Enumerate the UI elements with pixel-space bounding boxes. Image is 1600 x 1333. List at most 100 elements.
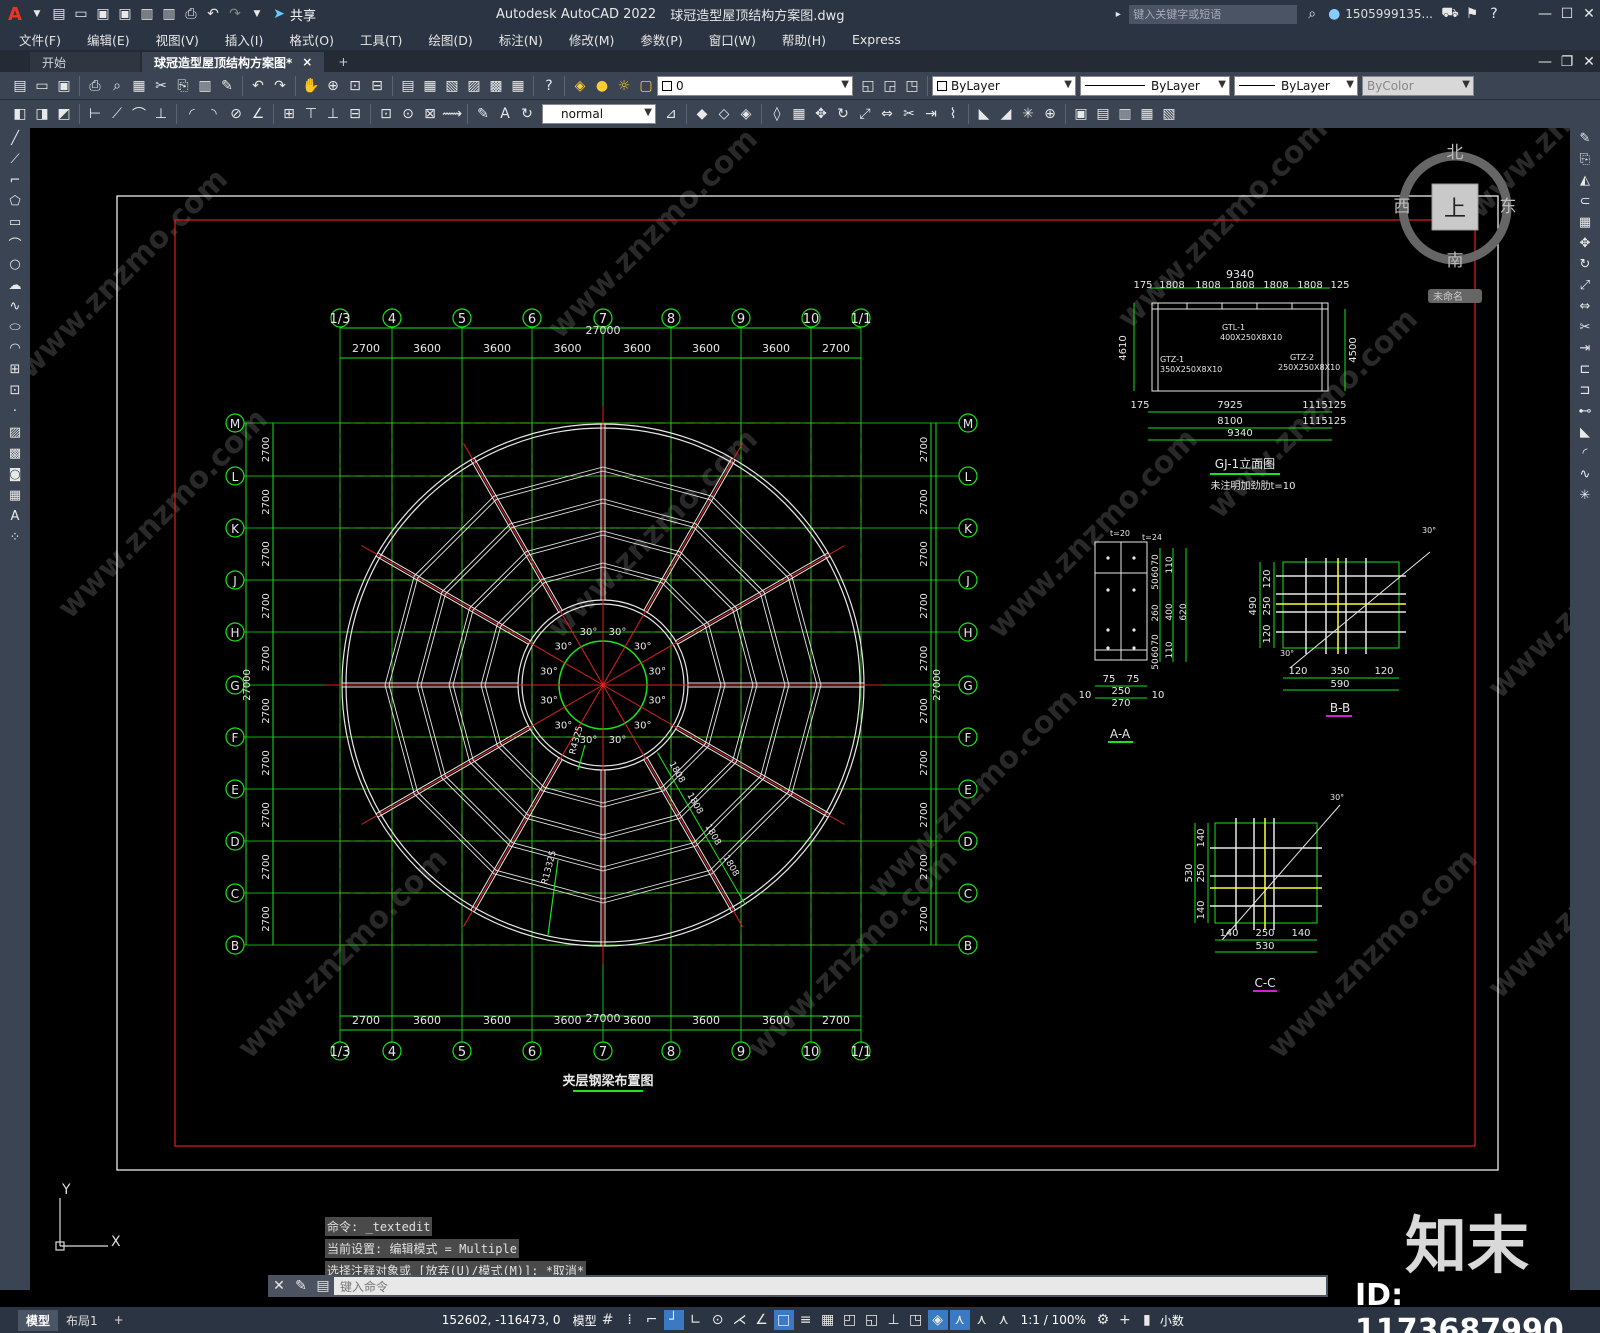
menu-item[interactable]: 绘图(D) — [415, 30, 485, 49]
extend-icon[interactable]: ⇥ — [921, 104, 941, 124]
linetype-dropdown[interactable]: ByLayer ▼ — [1080, 75, 1230, 96]
redo-icon[interactable]: ↷ — [225, 4, 245, 24]
menu-item[interactable]: 工具(T) — [347, 30, 415, 49]
open-web-icon[interactable]: ▥ — [137, 4, 157, 24]
move-icon[interactable]: ✥ — [811, 104, 831, 124]
gradient-icon[interactable]: ▩ — [2, 443, 28, 464]
inspect-icon[interactable]: ⊠ — [420, 104, 440, 124]
cmd-close-icon[interactable]: ✕ — [269, 1276, 289, 1296]
tab-close-icon[interactable]: × — [302, 55, 312, 69]
grid-icon[interactable]: # — [598, 1310, 618, 1330]
hatch-icon[interactable]: ▨ — [2, 422, 28, 443]
maximize-icon[interactable]: ☐ — [1557, 4, 1577, 24]
plot-icon[interactable]: ⎙ — [181, 4, 201, 24]
viewcube-west[interactable]: 西 — [1394, 197, 1411, 217]
plot-icon[interactable]: ⎙ — [85, 76, 105, 96]
erase-icon[interactable]: ◆ — [692, 104, 712, 124]
workspace-gear-icon[interactable]: ⚙ — [1093, 1310, 1113, 1330]
arc-icon[interactable]: ⌒ — [2, 233, 28, 254]
cmd-recent-icon[interactable]: ▤ — [313, 1276, 333, 1296]
viewcube-south[interactable]: 南 — [1447, 251, 1464, 271]
viewcube-east[interactable]: 东 — [1500, 197, 1517, 217]
copy-icon[interactable]: ⎘ — [173, 76, 193, 96]
layer-on-icon[interactable]: ● — [592, 76, 612, 96]
break-point-icon[interactable]: ⊏ — [1572, 359, 1598, 380]
polygon-icon[interactable]: ⬠ — [2, 191, 28, 212]
lineweight-icon[interactable]: ≡ — [796, 1310, 816, 1330]
menu-item[interactable]: 文件(F) — [6, 30, 74, 49]
tab-start[interactable]: 开始 — [30, 52, 140, 72]
help-icon[interactable]: ? — [539, 76, 559, 96]
ellipse-icon[interactable]: ⬭ — [2, 317, 28, 338]
osnap-icon[interactable]: □ — [773, 1310, 794, 1330]
circle-icon[interactable]: ○ — [2, 254, 28, 275]
revcloud-icon[interactable]: ☁ — [2, 275, 28, 296]
paste-icon[interactable]: ▥ — [195, 76, 215, 96]
new-tab-button[interactable]: + — [326, 52, 360, 72]
help-icon[interactable]: ? — [1484, 4, 1504, 24]
minimize-icon[interactable]: — — [1535, 4, 1555, 24]
app-logo[interactable]: A — [8, 4, 22, 25]
fillet-icon[interactable]: ◢ — [996, 104, 1016, 124]
units-icon[interactable]: ▮ — [1137, 1310, 1157, 1330]
redo-icon[interactable]: ↷ — [270, 76, 290, 96]
save-icon[interactable]: ▣ — [93, 4, 113, 24]
spline-icon[interactable]: ∿ — [2, 296, 28, 317]
menu-item[interactable]: 窗口(W) — [696, 30, 769, 49]
zoom-prev-icon[interactable]: ⊟ — [367, 76, 387, 96]
save-web-icon[interactable]: ▥ — [159, 4, 179, 24]
dim-angular-icon[interactable]: ∠ — [248, 104, 268, 124]
connect-icon[interactable]: ⚑ — [1462, 4, 1482, 24]
add-layout-button[interactable]: + — [106, 1311, 132, 1329]
dim-space-icon[interactable]: ⊟ — [345, 104, 365, 124]
undo-icon[interactable]: ↶ — [248, 76, 268, 96]
otrack-icon[interactable]: ∠ — [752, 1310, 772, 1330]
erase-icon[interactable]: ✎ — [1572, 128, 1598, 149]
doc-restore-icon[interactable]: ❐ — [1557, 52, 1577, 72]
layer-lock-icon[interactable]: ▢ — [636, 76, 656, 96]
chamfer-icon[interactable]: ◣ — [974, 104, 994, 124]
line-icon[interactable]: ╱ — [2, 128, 28, 149]
annotation-visibility-icon[interactable]: ⋏ — [949, 1310, 970, 1330]
tolerance-icon[interactable]: ⊡ — [376, 104, 396, 124]
stretch-icon[interactable]: ⇔ — [1572, 296, 1598, 317]
gizmo-icon[interactable]: ◈ — [927, 1310, 948, 1330]
mirror-icon[interactable]: ◭ — [1572, 170, 1598, 191]
offset-icon[interactable]: ⊂ — [1572, 191, 1598, 212]
center-mark-icon[interactable]: ⊙ — [398, 104, 418, 124]
mirror-icon[interactable]: ◈ — [736, 104, 756, 124]
transparency-icon[interactable]: ▦ — [818, 1310, 838, 1330]
color-dropdown[interactable]: ByLayer ▼ — [932, 75, 1076, 96]
auto-scale-icon[interactable]: ⋏ — [972, 1310, 992, 1330]
dim-update-icon[interactable]: ↻ — [517, 104, 537, 124]
zoom-realtime-icon[interactable]: ⊕ — [323, 76, 343, 96]
dim-continue-icon[interactable]: ⊥ — [323, 104, 343, 124]
units[interactable]: 小数 — [1160, 1312, 1184, 1329]
layer-freeze-icon[interactable]: ☼ — [614, 76, 634, 96]
expand-icon[interactable]: ▸ — [1108, 4, 1128, 24]
layer-dropdown[interactable]: 0 ▼ — [657, 75, 853, 96]
wblock-icon[interactable]: ▦ — [1137, 104, 1157, 124]
dim-diameter-icon[interactable]: ⊘ — [226, 104, 246, 124]
stretch-icon[interactable]: ⇔ — [877, 104, 897, 124]
selection-filter-icon[interactable]: ◳ — [906, 1310, 926, 1330]
new-icon[interactable]: ▤ — [49, 4, 69, 24]
layer-props-icon[interactable]: ◈ — [570, 76, 590, 96]
join-icon[interactable]: ⊕ — [1040, 104, 1060, 124]
properties-icon[interactable]: ▤ — [398, 76, 418, 96]
fillet-icon[interactable]: ◜ — [1572, 443, 1598, 464]
trim-icon[interactable]: ✂ — [1572, 317, 1598, 338]
publish-icon[interactable]: ▦ — [129, 76, 149, 96]
region-icon[interactable]: ◙ — [2, 464, 28, 485]
block-icon[interactable]: ▣ — [1071, 104, 1091, 124]
drawing-canvas[interactable]: www.znzmo.com www.znzmo.com www.znzmo.com w… — [30, 128, 1570, 1290]
copy-obj-icon[interactable]: ◇ — [714, 104, 734, 124]
tool-palette-icon[interactable]: ▧ — [442, 76, 462, 96]
xline-icon[interactable]: ⟋ — [2, 149, 28, 170]
open-icon[interactable]: ▭ — [71, 4, 91, 24]
menu-item[interactable]: 编辑(E) — [74, 30, 143, 49]
break-icon[interactable]: ⌇ — [943, 104, 963, 124]
join-icon[interactable]: ⊷ — [1572, 401, 1598, 422]
dim-style-dropdown[interactable]: normal ▼ — [542, 104, 656, 124]
tab-layout1[interactable]: 布局1 — [58, 1310, 106, 1331]
